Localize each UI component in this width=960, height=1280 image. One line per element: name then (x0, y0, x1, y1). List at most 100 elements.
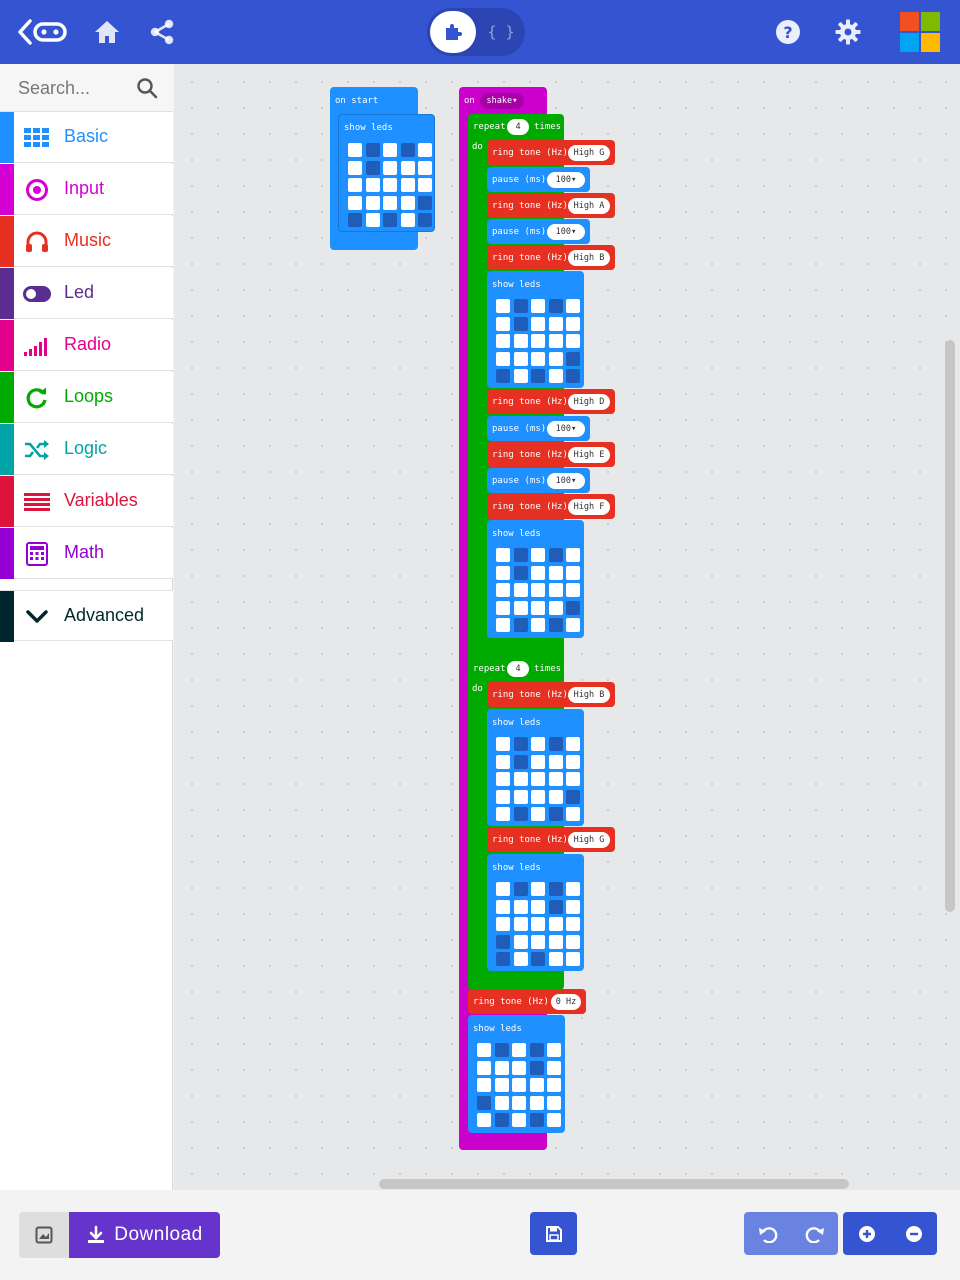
note-dropdown[interactable]: High E (568, 447, 610, 463)
category-music[interactable]: Music (0, 216, 173, 267)
led-cell[interactable] (548, 351, 563, 366)
led-cell[interactable] (418, 195, 432, 210)
led-cell[interactable] (531, 600, 545, 615)
led-cell[interactable] (566, 618, 580, 632)
category-variables[interactable]: Variables (0, 476, 173, 527)
led-cell[interactable] (365, 178, 380, 192)
led-cell[interactable] (496, 807, 510, 821)
led-cell[interactable] (513, 351, 528, 366)
led-cell[interactable] (548, 369, 563, 383)
note-dropdown[interactable]: High G (568, 832, 610, 848)
led-cell[interactable] (477, 1078, 491, 1092)
led-cell[interactable] (477, 1113, 491, 1127)
led-cell[interactable] (548, 899, 563, 914)
led-cell[interactable] (547, 1113, 561, 1127)
led-cell[interactable] (531, 737, 545, 751)
led-cell[interactable] (383, 160, 397, 175)
note-dropdown[interactable]: High G (568, 145, 610, 161)
led-cell[interactable] (548, 754, 563, 769)
led-cell[interactable] (566, 299, 580, 313)
led-grid[interactable] (477, 1043, 561, 1127)
category-basic[interactable]: Basic (0, 112, 173, 163)
led-cell[interactable] (496, 316, 510, 331)
led-cell[interactable] (496, 618, 510, 632)
led-cell[interactable] (365, 213, 380, 227)
led-cell[interactable] (529, 1043, 544, 1057)
led-cell[interactable] (418, 143, 432, 157)
blocks-toggle-button[interactable] (430, 11, 476, 53)
category-loops[interactable]: Loops (0, 372, 173, 423)
led-cell[interactable] (512, 1078, 526, 1092)
led-cell[interactable] (566, 369, 580, 383)
led-cell[interactable] (512, 1060, 526, 1075)
led-cell[interactable] (548, 583, 563, 597)
led-cell[interactable] (496, 583, 510, 597)
led-cell[interactable] (365, 160, 380, 175)
led-cell[interactable] (566, 548, 580, 562)
horizontal-scrollbar[interactable] (379, 1179, 849, 1189)
undo-button[interactable] (744, 1212, 791, 1255)
led-cell[interactable] (566, 565, 580, 580)
led-cell[interactable] (531, 807, 545, 821)
led-cell[interactable] (513, 754, 528, 769)
led-cell[interactable] (348, 178, 362, 192)
led-cell[interactable] (548, 565, 563, 580)
note-dropdown[interactable]: High F (568, 499, 610, 515)
show-leds-block[interactable]: show leds (487, 709, 584, 826)
led-cell[interactable] (477, 1043, 491, 1057)
download-button[interactable]: Download (69, 1212, 220, 1258)
led-cell[interactable] (513, 882, 528, 896)
led-grid[interactable] (348, 143, 432, 227)
led-cell[interactable] (566, 789, 580, 804)
save-button[interactable] (530, 1212, 577, 1255)
led-cell[interactable] (383, 143, 397, 157)
blocks-workspace[interactable]: on start show leds on shake repeat 4 tim… (174, 64, 960, 1190)
led-cell[interactable] (496, 882, 510, 896)
pause-value-dropdown[interactable]: 100 (547, 421, 585, 437)
show-leds-block[interactable]: show leds (487, 520, 584, 638)
led-cell[interactable] (548, 807, 563, 821)
led-cell[interactable] (531, 351, 545, 366)
led-cell[interactable] (513, 772, 528, 786)
led-cell[interactable] (531, 316, 545, 331)
led-cell[interactable] (531, 917, 545, 931)
led-cell[interactable] (548, 618, 563, 632)
led-grid[interactable] (496, 548, 580, 632)
note-dropdown[interactable]: High B (568, 250, 610, 266)
redo-button[interactable] (791, 1212, 838, 1255)
led-cell[interactable] (548, 548, 563, 562)
led-cell[interactable] (348, 160, 362, 175)
led-cell[interactable] (548, 952, 563, 966)
led-cell[interactable] (548, 737, 563, 751)
help-icon[interactable]: ? (768, 12, 808, 52)
led-cell[interactable] (496, 772, 510, 786)
show-leds-block[interactable]: show leds (487, 854, 584, 971)
on-start-block[interactable]: on start show leds (330, 87, 435, 250)
led-cell[interactable] (566, 882, 580, 896)
led-cell[interactable] (548, 917, 563, 931)
led-cell[interactable] (496, 952, 510, 966)
led-cell[interactable] (529, 1095, 544, 1110)
led-cell[interactable] (547, 1043, 561, 1057)
category-led[interactable]: Led (0, 268, 173, 319)
led-cell[interactable] (566, 737, 580, 751)
led-cell[interactable] (529, 1113, 544, 1127)
led-cell[interactable] (513, 369, 528, 383)
led-cell[interactable] (496, 754, 510, 769)
search-icon[interactable] (136, 77, 158, 99)
led-cell[interactable] (512, 1095, 526, 1110)
led-cell[interactable] (477, 1060, 491, 1075)
led-cell[interactable] (348, 143, 362, 157)
note-dropdown[interactable]: High D (568, 394, 610, 410)
led-cell[interactable] (400, 195, 415, 210)
led-cell[interactable] (496, 917, 510, 931)
led-cell[interactable] (529, 1078, 544, 1092)
led-cell[interactable] (512, 1113, 526, 1127)
led-cell[interactable] (566, 807, 580, 821)
pause-value-dropdown[interactable]: 100 (547, 224, 585, 240)
microbit-back-icon[interactable] (14, 12, 70, 52)
led-cell[interactable] (531, 369, 545, 383)
led-cell[interactable] (531, 934, 545, 949)
led-cell[interactable] (531, 754, 545, 769)
category-logic[interactable]: Logic (0, 424, 173, 475)
